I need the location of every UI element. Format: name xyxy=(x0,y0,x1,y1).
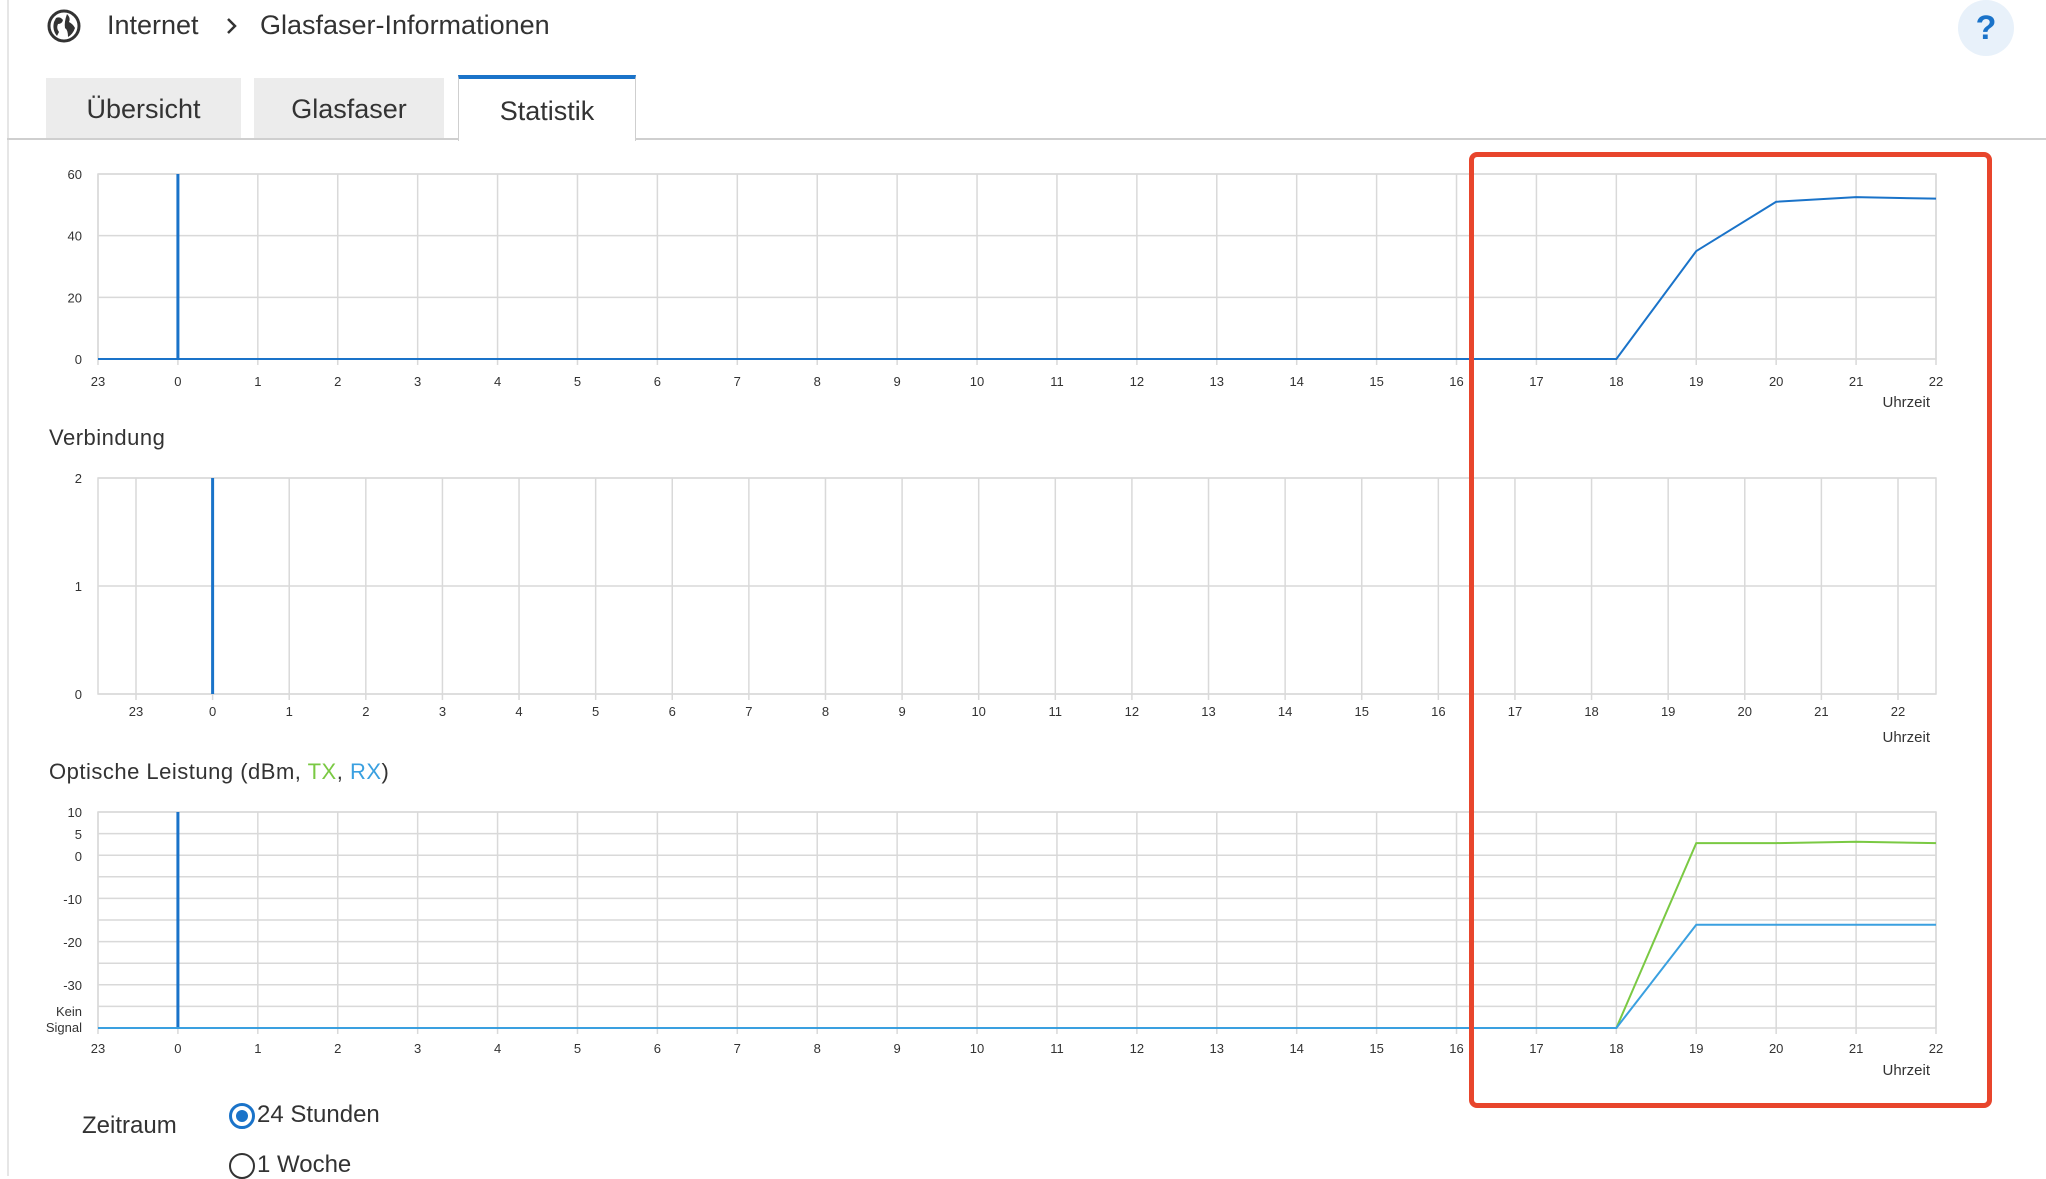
x-tick-label: 10 xyxy=(970,1041,984,1056)
chart-title-optische-leistung: Optische Leistung (dBm, TX, RX) xyxy=(49,759,389,785)
x-tick-label: 14 xyxy=(1278,704,1292,719)
x-tick-label: 6 xyxy=(654,1041,661,1056)
x-tick-label: 5 xyxy=(574,374,581,389)
y-tick-label: Kein xyxy=(56,1004,82,1019)
y-tick-label: -20 xyxy=(63,935,82,950)
x-tick-label: 6 xyxy=(669,704,676,719)
x-tick-label: 13 xyxy=(1201,704,1215,719)
x-tick-label: 14 xyxy=(1289,374,1303,389)
chart-title-verbindung: Verbindung xyxy=(49,425,166,450)
x-tick-label: 8 xyxy=(814,1041,821,1056)
y-tick-label: 10 xyxy=(68,805,82,820)
x-tick-label: 23 xyxy=(91,374,105,389)
x-tick-label: 3 xyxy=(439,704,446,719)
x-tick-label: 0 xyxy=(174,1041,181,1056)
x-tick-label: 10 xyxy=(971,704,985,719)
x-tick-label: 1 xyxy=(286,704,293,719)
x-tick-label: 7 xyxy=(734,374,741,389)
x-tick-label: 3 xyxy=(414,374,421,389)
x-tick-label: 4 xyxy=(515,704,522,719)
x-tick-label: 9 xyxy=(898,704,905,719)
x-tick-label: 15 xyxy=(1369,374,1383,389)
x-tick-label: 23 xyxy=(91,1041,105,1056)
radio-1-woche[interactable] xyxy=(229,1153,255,1179)
x-tick-label: 8 xyxy=(814,374,821,389)
x-tick-label: 13 xyxy=(1210,1041,1224,1056)
legend-rx: RX xyxy=(349,759,382,784)
y-tick-label: 1 xyxy=(75,579,82,594)
zeitraum-label: Zeitraum xyxy=(82,1112,177,1139)
y-tick-label: 20 xyxy=(68,290,82,305)
y-tick-label: 2 xyxy=(75,471,82,486)
x-tick-label: 1 xyxy=(254,1041,261,1056)
y-tick-label: Signal xyxy=(46,1020,82,1035)
x-tick-label: 0 xyxy=(174,374,181,389)
y-tick-label: 0 xyxy=(75,352,82,367)
x-tick-label: 11 xyxy=(1050,1041,1064,1056)
x-tick-label: 2 xyxy=(362,704,369,719)
radio-label-1-woche[interactable]: 1 Woche xyxy=(257,1151,351,1179)
x-tick-label: 15 xyxy=(1369,1041,1383,1056)
y-tick-label: 0 xyxy=(75,849,82,864)
x-tick-label: 9 xyxy=(894,374,901,389)
x-tick-label: 9 xyxy=(894,1041,901,1056)
x-tick-label: 7 xyxy=(734,1041,741,1056)
x-tick-label: 3 xyxy=(414,1041,421,1056)
x-tick-label: 14 xyxy=(1289,1041,1303,1056)
optical-title-prefix: Optische Leistung (dBm, xyxy=(49,759,308,784)
y-tick-label: 60 xyxy=(68,167,82,182)
x-tick-label: 2 xyxy=(334,1041,341,1056)
x-tick-label: 15 xyxy=(1355,704,1369,719)
optical-title-sep: , xyxy=(336,759,350,784)
optical-title-suffix: ) xyxy=(381,759,390,784)
y-tick-label: -10 xyxy=(63,892,82,907)
x-tick-label: 16 xyxy=(1449,1041,1463,1056)
x-tick-label: 13 xyxy=(1210,374,1224,389)
x-tick-label: 7 xyxy=(745,704,752,719)
y-tick-label: 0 xyxy=(75,687,82,702)
highlight-box xyxy=(1469,152,1992,1108)
legend-tx: TX xyxy=(307,759,337,784)
x-tick-label: 16 xyxy=(1449,374,1463,389)
x-tick-label: 16 xyxy=(1431,704,1445,719)
x-tick-label: 6 xyxy=(654,374,661,389)
x-tick-label: 12 xyxy=(1125,704,1139,719)
radio-24-stunden[interactable] xyxy=(229,1103,255,1129)
x-tick-label: 11 xyxy=(1049,704,1063,719)
x-tick-label: 4 xyxy=(494,1041,501,1056)
x-tick-label: 23 xyxy=(129,704,143,719)
x-tick-label: 0 xyxy=(209,704,216,719)
x-tick-label: 5 xyxy=(592,704,599,719)
y-tick-label: 40 xyxy=(68,229,82,244)
x-tick-label: 8 xyxy=(822,704,829,719)
radio-label-24-stunden[interactable]: 24 Stunden xyxy=(257,1101,380,1129)
y-tick-label: 5 xyxy=(75,827,82,842)
x-tick-label: 1 xyxy=(254,374,261,389)
x-tick-label: 10 xyxy=(970,374,984,389)
x-tick-label: 2 xyxy=(334,374,341,389)
x-tick-label: 11 xyxy=(1050,374,1064,389)
x-tick-label: 12 xyxy=(1130,1041,1144,1056)
y-tick-label: -30 xyxy=(63,978,82,993)
x-tick-label: 4 xyxy=(494,374,501,389)
x-tick-label: 12 xyxy=(1130,374,1144,389)
x-tick-label: 5 xyxy=(574,1041,581,1056)
